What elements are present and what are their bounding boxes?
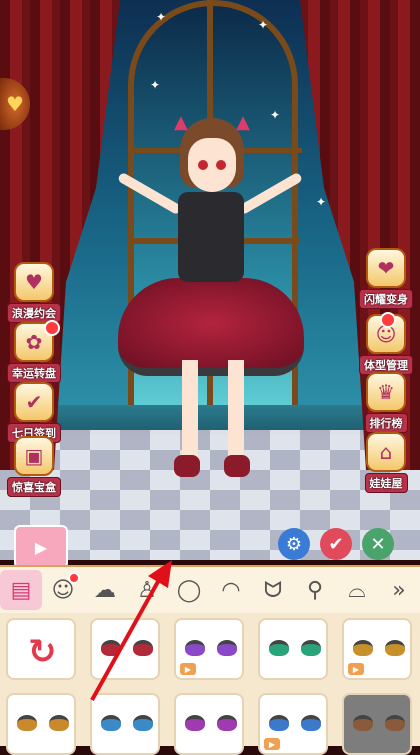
star-icon: ✦ [150,78,161,92]
surprise-box-button[interactable]: ▣ 惊喜宝盒 [2,436,66,497]
character-eye [216,160,226,170]
top-icon: ♙ [137,577,157,603]
ears-tab[interactable]: ᗢ [252,570,294,610]
earrings-icon: ⚲ [306,577,324,603]
character-leg [182,360,198,460]
eyebrow-icon: ◠ [221,577,241,603]
character-arm [116,171,183,216]
house-label: 娃娃屋 [364,473,408,493]
character-doll[interactable]: ▲ ▲ [110,110,310,500]
star-icon: ✦ [258,18,269,32]
faceshape-tab[interactable]: ◯ [168,570,210,610]
gear-icon: ⚙ [285,533,303,555]
hair-icon: ☁ [94,577,116,603]
settings-button[interactable]: ⚙ [278,528,310,560]
faceshape-icon: ◯ [176,577,202,603]
star-icon: ✦ [316,195,327,209]
glasses-tab[interactable]: ⌓ [336,570,378,610]
hair-tab[interactable]: ☁ [84,570,126,610]
video-ad-icon: ▶ [264,738,280,750]
wardrobe-icon: ▤ [10,577,32,603]
confirm-button[interactable]: ✔ [320,528,352,560]
eye-item[interactable] [258,618,328,680]
category-bar: ▤ ☺ ☁ ♙ ◯ ◠ ᗢ ⚲ ⌓ » [0,565,420,615]
eye-item[interactable] [90,618,160,680]
cat-ears-icon: ▲ ▲ [174,112,250,133]
notification-dot [44,320,60,336]
reset-icon: ↻ [28,632,57,672]
item-grid: ↻ ▶ ▶ ▶ [0,613,420,755]
notification-dot [380,312,396,328]
notification-dot [68,572,80,584]
ears-icon: ᗢ [263,577,283,603]
chevron-right-icon: » [392,577,406,603]
character-eye [198,160,208,170]
date-icon: ♥ [14,262,54,302]
character-leg [228,360,244,460]
close-icon: ✕ [370,533,386,555]
eye-item[interactable]: ▶ [342,618,412,680]
eye-item[interactable]: ▶ [174,618,244,680]
earrings-tab[interactable]: ⚲ [294,570,336,610]
wardrobe-tab[interactable]: ▤ [0,570,42,610]
face-tab[interactable]: ☺ [42,570,84,610]
character-shoe [174,455,200,477]
character-corset [178,192,244,282]
reset-item-button[interactable]: ↻ [6,618,76,680]
star-icon: ✦ [156,10,167,24]
wheel-label: 幸运转盘 [7,363,61,383]
checkin-icon: ✔ [14,382,54,422]
rank-icon: ♛ [366,372,406,412]
video-ad-icon: ▶ [348,663,364,675]
box-label: 惊喜宝盒 [7,477,61,497]
doll-house-button[interactable]: ⌂ 娃娃屋 [354,432,418,493]
video-ad-icon: ▶ [180,663,196,675]
glasses-icon: ⌓ [348,577,366,603]
character-face [188,138,236,192]
character-skirt [118,278,304,376]
ranking-button[interactable]: ♛ 排行榜 [354,372,418,433]
cancel-button[interactable]: ✕ [362,528,394,560]
box-icon: ▣ [14,436,54,476]
character-arm [237,171,304,216]
character-shoe [224,455,250,477]
transform-button[interactable]: ❤ 闪耀变身 [354,248,418,309]
photo-card-button[interactable]: ▶ [14,525,68,569]
play-icon: ▶ [34,537,48,557]
top-tab[interactable]: ♙ [126,570,168,610]
house-icon: ⌂ [366,432,406,472]
date-button[interactable]: ♥ 浪漫约会 [2,262,66,323]
rank-label: 排行榜 [364,413,408,433]
checkin-button[interactable]: ✔ 七日签到 [2,382,66,443]
check-icon: ✔ [328,533,344,555]
eyebrow-tab[interactable]: ◠ [210,570,252,610]
more-tab[interactable]: » [378,570,420,610]
transform-label: 闪耀变身 [359,289,413,309]
heart-icon: ❤ [366,248,406,288]
